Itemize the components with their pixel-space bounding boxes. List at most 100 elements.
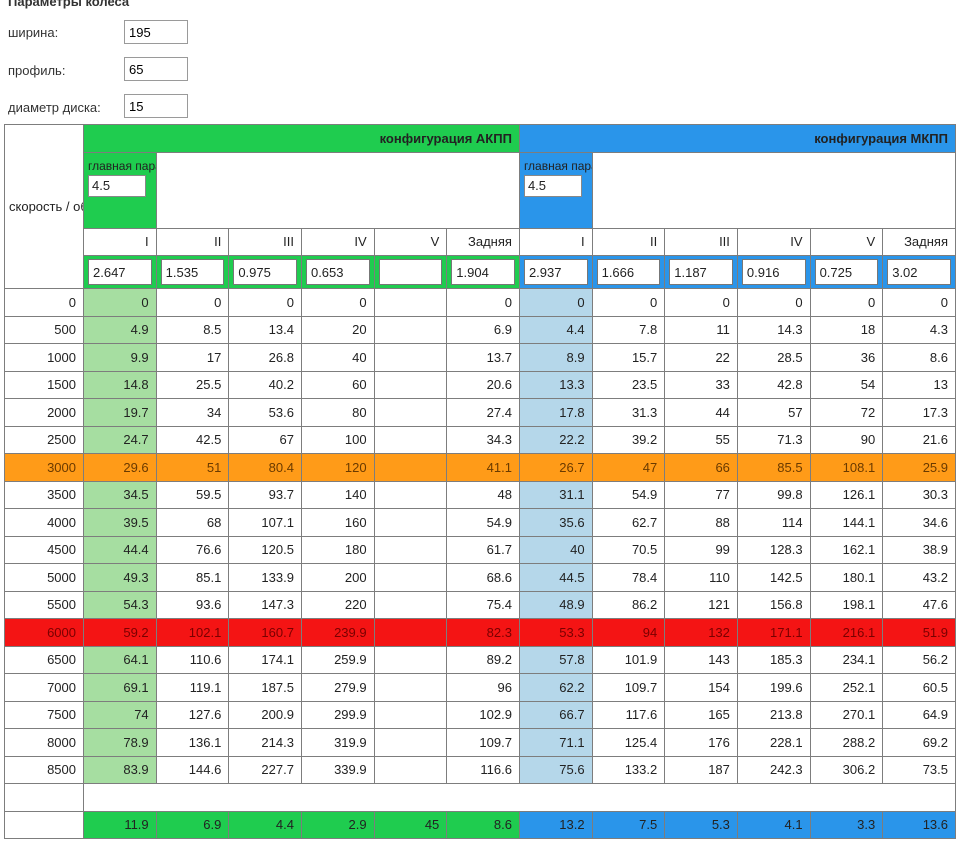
akpp-speed-cell bbox=[373, 590, 448, 619]
akpp-speed-cell: 14.8 bbox=[83, 370, 157, 399]
akpp-main-pair-input[interactable] bbox=[88, 174, 146, 197]
table-row: 3500 34.5 59.5 93.7 140 48 31.1 54.9 77 99.8 126.1… bbox=[4, 480, 956, 509]
akpp-speed-cell: 136.1 bbox=[155, 728, 230, 757]
mkpp-speed-cell: 18 bbox=[809, 315, 884, 344]
akpp-speed-cell: 25.5 bbox=[155, 370, 230, 399]
rpm-cell: 4500 bbox=[4, 535, 84, 564]
akpp-gear-ratio-input-2[interactable] bbox=[160, 259, 225, 285]
akpp-speed-cell: 214.3 bbox=[228, 728, 302, 757]
mkpp-speed-cell: 198.1 bbox=[809, 590, 884, 619]
mkpp-speed-cell: 242.3 bbox=[736, 755, 811, 784]
mkpp-speed-cell: 33 bbox=[664, 370, 738, 399]
akpp-speed-cell: 17 bbox=[155, 343, 230, 372]
akpp-speed-cell bbox=[373, 755, 448, 784]
mkpp-speed-cell: 17.8 bbox=[518, 398, 593, 427]
akpp-speed-cell: 74 bbox=[83, 700, 157, 729]
akpp-speed-cell: 102.9 bbox=[446, 700, 520, 729]
mkpp-speed-cell: 90 bbox=[809, 425, 884, 454]
mkpp-gear-ratio-input-5[interactable] bbox=[814, 259, 879, 285]
akpp-speed-cell: 160 bbox=[300, 508, 375, 537]
mkpp-gear-header-2: II bbox=[591, 227, 666, 256]
akpp-main-pair-spacer bbox=[155, 151, 520, 229]
mkpp-speed-cell: 199.6 bbox=[736, 673, 811, 702]
akpp-gear-ratio-input-4[interactable] bbox=[305, 259, 370, 285]
mkpp-speed-cell: 0 bbox=[736, 288, 811, 317]
mkpp-speed-cell: 57.8 bbox=[518, 645, 593, 674]
mkpp-speed-cell: 25.9 bbox=[882, 453, 956, 482]
spacer-row bbox=[4, 783, 956, 812]
mkpp-ratio-cell bbox=[882, 255, 956, 289]
table-row: 4000 39.5 68 107.1 160 54.9 35.6 62.7 88 114 144.1… bbox=[4, 508, 956, 537]
mkpp-speed-cell: 117.6 bbox=[591, 700, 666, 729]
akpp-speed-cell: 75.4 bbox=[446, 590, 520, 619]
mkpp-speed-cell: 35.6 bbox=[518, 508, 593, 537]
mkpp-gear-ratio-input-3[interactable] bbox=[669, 259, 733, 285]
akpp-speed-cell bbox=[373, 480, 448, 509]
akpp-gear-ratio-input-1[interactable] bbox=[88, 259, 152, 285]
table-row: 2000 19.7 34 53.6 80 27.4 17.8 31.3 44 57 72 17.3 bbox=[4, 398, 956, 427]
akpp-speed-cell: 120.5 bbox=[228, 535, 302, 564]
akpp-speed-cell: 6.9 bbox=[446, 315, 520, 344]
mkpp-speed-cell: 44.5 bbox=[518, 563, 593, 592]
akpp-speed-cell: 102.1 bbox=[155, 618, 230, 647]
mkpp-total-cell: 5.3 bbox=[664, 810, 738, 839]
akpp-gear-ratio-input-3[interactable] bbox=[233, 259, 297, 285]
akpp-speed-cell: 0 bbox=[155, 288, 230, 317]
akpp-gear-ratio-input-5[interactable] bbox=[378, 259, 443, 285]
akpp-speed-cell: 160.7 bbox=[228, 618, 302, 647]
akpp-total-cell: 11.9 bbox=[83, 810, 157, 839]
mkpp-speed-cell: 77 bbox=[664, 480, 738, 509]
mkpp-speed-cell: 14.3 bbox=[736, 315, 811, 344]
table-row: 500 4.9 8.5 13.4 20 6.9 4.4 7.8 11 14.3 18 4.3 bbox=[4, 315, 956, 344]
akpp-total-cell: 4.4 bbox=[228, 810, 302, 839]
mkpp-speed-cell: 8.9 bbox=[518, 343, 593, 372]
mkpp-speed-cell: 31.3 bbox=[591, 398, 666, 427]
akpp-speed-cell bbox=[373, 453, 448, 482]
rpm-cell: 1000 bbox=[4, 343, 84, 372]
akpp-speed-cell: 34.5 bbox=[83, 480, 157, 509]
akpp-speed-cell: 76.6 bbox=[155, 535, 230, 564]
mkpp-speed-cell: 71.1 bbox=[518, 728, 593, 757]
mkpp-speed-cell: 23.5 bbox=[591, 370, 666, 399]
spacer-cell bbox=[4, 783, 84, 812]
akpp-speed-cell: 40 bbox=[300, 343, 375, 372]
mkpp-gear-ratio-input-6[interactable] bbox=[887, 259, 951, 285]
mkpp-gear-ratio-input-4[interactable] bbox=[741, 259, 806, 285]
mkpp-total-cell: 13.2 bbox=[518, 810, 593, 839]
width-input[interactable] bbox=[124, 20, 188, 44]
akpp-speed-cell: 68.6 bbox=[446, 563, 520, 592]
profile-input[interactable] bbox=[124, 57, 188, 81]
mkpp-speed-cell: 47 bbox=[591, 453, 666, 482]
mkpp-speed-cell: 71.3 bbox=[736, 425, 811, 454]
rpm-cell: 6000 bbox=[4, 618, 84, 647]
mkpp-speed-cell: 17.3 bbox=[882, 398, 956, 427]
mkpp-gear-ratio-input-2[interactable] bbox=[596, 259, 661, 285]
mkpp-speed-cell: 125.4 bbox=[591, 728, 666, 757]
rpm-cell: 7000 bbox=[4, 673, 84, 702]
mkpp-speed-cell: 94 bbox=[591, 618, 666, 647]
akpp-speed-cell: 78.9 bbox=[83, 728, 157, 757]
rpm-cell: 2500 bbox=[4, 425, 84, 454]
mkpp-speed-cell: 99 bbox=[664, 535, 738, 564]
mkpp-total-cell: 4.1 bbox=[736, 810, 811, 839]
rpm-cell: 6500 bbox=[4, 645, 84, 674]
akpp-speed-cell: 60 bbox=[300, 370, 375, 399]
table-row: 7500 74 127.6 200.9 299.9 102.9 66.7 117.6 165 21… bbox=[4, 700, 956, 729]
akpp-gear-header-3: III bbox=[228, 227, 302, 256]
mkpp-speed-cell: 185.3 bbox=[736, 645, 811, 674]
rpm-cell: 5000 bbox=[4, 563, 84, 592]
akpp-ratio-cell bbox=[155, 255, 230, 289]
akpp-gear-ratio-input-6[interactable] bbox=[451, 259, 515, 285]
mkpp-speed-cell: 15.7 bbox=[591, 343, 666, 372]
akpp-speed-cell bbox=[373, 645, 448, 674]
akpp-speed-cell: 89.2 bbox=[446, 645, 520, 674]
akpp-speed-cell: 299.9 bbox=[300, 700, 375, 729]
rpm-cell: 500 bbox=[4, 315, 84, 344]
akpp-speed-cell: 20.6 bbox=[446, 370, 520, 399]
table-row: 8500 83.9 144.6 227.7 339.9 116.6 75.6 133.2 187… bbox=[4, 755, 956, 784]
mkpp-gear-ratio-input-1[interactable] bbox=[523, 259, 588, 285]
mkpp-main-pair-input[interactable] bbox=[523, 174, 582, 197]
akpp-speed-cell: 187.5 bbox=[228, 673, 302, 702]
rim-diameter-input[interactable] bbox=[124, 94, 188, 118]
mkpp-speed-cell: 128.3 bbox=[736, 535, 811, 564]
